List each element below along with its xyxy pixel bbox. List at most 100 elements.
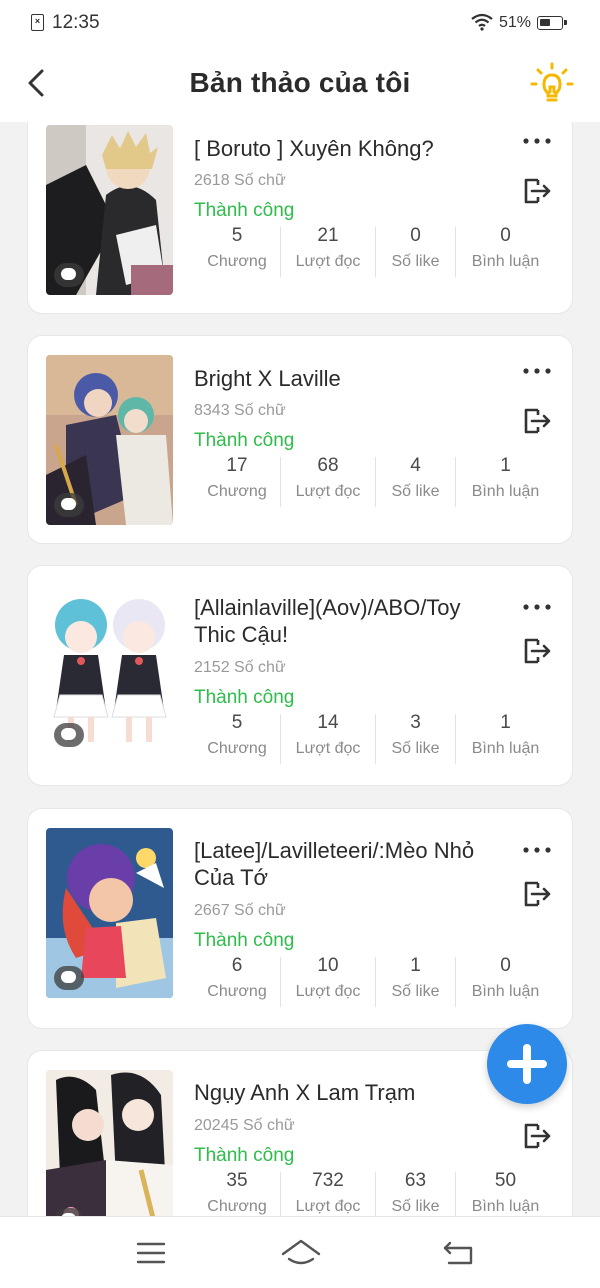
stat-label: Số like <box>391 1198 440 1215</box>
story-stats: 5 Chương 14 Lượt đọc 3 Số like 1 Bình luận <box>194 712 562 772</box>
stat-reads: 10 Lượt đọc <box>281 955 375 1015</box>
stat-label: Bình luận <box>471 1198 540 1215</box>
more-dots-icon[interactable] <box>522 845 552 855</box>
stat-value: 14 <box>317 712 339 733</box>
stat-label: Số like <box>391 483 440 500</box>
stat-label: Chương <box>207 483 267 500</box>
stat-value: 10 <box>317 955 339 976</box>
system-nav-bar <box>0 1216 600 1288</box>
story-stats: 5 Chương 21 Lượt đọc 0 Số like 0 Bình luận <box>194 225 562 285</box>
stat-value: 35 <box>226 1170 248 1191</box>
stat-label: Bình luận <box>471 253 540 270</box>
stat-comments: 1 Bình luận <box>456 712 555 772</box>
export-icon[interactable] <box>521 878 553 910</box>
word-count: 20245 Số chữ <box>194 1117 295 1134</box>
stat-comments: 50 Bình luận <box>456 1170 555 1216</box>
stat-label: Chương <box>207 1198 267 1215</box>
stat-value: 5 <box>231 712 243 733</box>
status-time: 12:35 <box>52 12 100 33</box>
story-cover[interactable] <box>46 355 173 525</box>
stat-label: Lượt đọc <box>295 740 361 757</box>
story-card[interactable]: [ Boruto ] Xuyên Không? 2618 Số chữ Thàn… <box>28 122 572 313</box>
stat-label: Bình luận <box>471 740 540 757</box>
stat-value: 50 <box>494 1170 517 1191</box>
export-icon[interactable] <box>521 1120 553 1152</box>
lightbulb-icon[interactable] <box>528 62 576 106</box>
stat-likes: 1 Số like <box>376 955 455 1015</box>
story-title: Bright X Laville <box>194 366 341 391</box>
stat-label: Lượt đọc <box>295 1198 361 1215</box>
stat-value: 63 <box>404 1170 427 1191</box>
stat-label: Chương <box>207 253 267 270</box>
stat-likes: 4 Số like <box>376 455 455 515</box>
add-story-button[interactable] <box>487 1024 567 1104</box>
story-stats: 17 Chương 68 Lượt đọc 4 Số like 1 Bình luận <box>194 455 562 515</box>
stat-chapters: 5 Chương <box>194 225 280 285</box>
stat-value: 0 <box>500 955 511 976</box>
stat-chapters: 17 Chương <box>194 455 280 515</box>
story-cover[interactable] <box>46 828 173 998</box>
story-title: [Allainlaville](Aov)/ABO/Toy Thic Cậu! <box>194 595 461 647</box>
stat-value: 1 <box>410 955 421 976</box>
menu-icon[interactable] <box>136 1241 166 1265</box>
stat-label: Lượt đọc <box>295 983 361 1000</box>
app-header: Bản thảo của tôi <box>0 46 600 122</box>
stat-label: Chương <box>207 983 267 1000</box>
stat-value: 68 <box>317 455 339 476</box>
battery-percent: 51% <box>499 14 532 31</box>
stat-value: 21 <box>317 225 339 246</box>
export-icon[interactable] <box>521 405 553 437</box>
stat-value: 5 <box>231 225 243 246</box>
stat-label: Số like <box>391 740 440 757</box>
stat-label: Bình luận <box>471 483 540 500</box>
stat-value: 1 <box>500 455 511 476</box>
stat-comments: 1 Bình luận <box>456 455 555 515</box>
stat-value: 3 <box>410 712 421 733</box>
story-title: [Latee]/Lavilleteeri/:Mèo Nhỏ Của Tớ <box>194 838 475 890</box>
wifi-icon <box>471 13 493 31</box>
story-stats: 35 Chương 732 Lượt đọc 63 Số like 50 Bình lu… <box>194 1170 562 1216</box>
export-icon[interactable] <box>521 175 553 207</box>
status-text: Thành công <box>194 430 295 451</box>
stat-value: 732 <box>312 1170 344 1191</box>
story-title: [ Boruto ] Xuyên Không? <box>194 136 434 161</box>
stat-chapters: 6 Chương <box>194 955 280 1015</box>
story-cover[interactable] <box>46 585 173 755</box>
more-dots-icon[interactable] <box>522 366 552 376</box>
stat-value: 4 <box>410 455 421 476</box>
stat-reads: 14 Lượt đọc <box>281 712 375 772</box>
story-card[interactable]: [Latee]/Lavilleteeri/:Mèo Nhỏ Của Tớ 266… <box>28 809 572 1028</box>
stat-label: Chương <box>207 740 267 757</box>
story-cover[interactable] <box>46 125 173 295</box>
stat-comments: 0 Bình luận <box>456 955 555 1015</box>
stat-label: Số like <box>391 253 440 270</box>
status-text: Thành công <box>194 200 295 221</box>
stat-value: 0 <box>500 225 511 246</box>
story-card[interactable]: Bright X Laville 8343 Số chữ Thành công … <box>28 336 572 543</box>
plus-icon <box>504 1041 550 1087</box>
stat-comments: 0 Bình luận <box>456 225 555 285</box>
word-count: 2667 Số chữ <box>194 902 286 919</box>
back-nav-icon[interactable] <box>441 1239 475 1267</box>
stat-reads: 68 Lượt đọc <box>281 455 375 515</box>
more-dots-icon[interactable] <box>522 136 552 146</box>
word-count: 2618 Số chữ <box>194 172 286 189</box>
export-icon[interactable] <box>521 635 553 667</box>
more-dots-icon[interactable] <box>522 602 552 612</box>
story-card[interactable]: [Allainlaville](Aov)/ABO/Toy Thic Cậu! 2… <box>28 566 572 785</box>
no-sim-icon: × <box>31 14 44 31</box>
stat-value: 1 <box>500 712 511 733</box>
comment-bubble-icon <box>54 263 84 287</box>
home-icon[interactable] <box>280 1237 322 1269</box>
story-title: Ngụy Anh X Lam Trạm <box>194 1080 416 1105</box>
status-text: Thành công <box>194 1145 295 1166</box>
stat-likes: 3 Số like <box>376 712 455 772</box>
comment-bubble-icon <box>54 493 84 517</box>
stat-value: 6 <box>231 955 243 976</box>
story-cover[interactable] <box>46 1070 173 1216</box>
stat-reads: 732 Lượt đọc <box>281 1170 375 1216</box>
stat-reads: 21 Lượt đọc <box>281 225 375 285</box>
page-title: Bản thảo của tôi <box>189 67 411 98</box>
stat-value: 0 <box>410 225 421 246</box>
word-count: 8343 Số chữ <box>194 402 286 419</box>
